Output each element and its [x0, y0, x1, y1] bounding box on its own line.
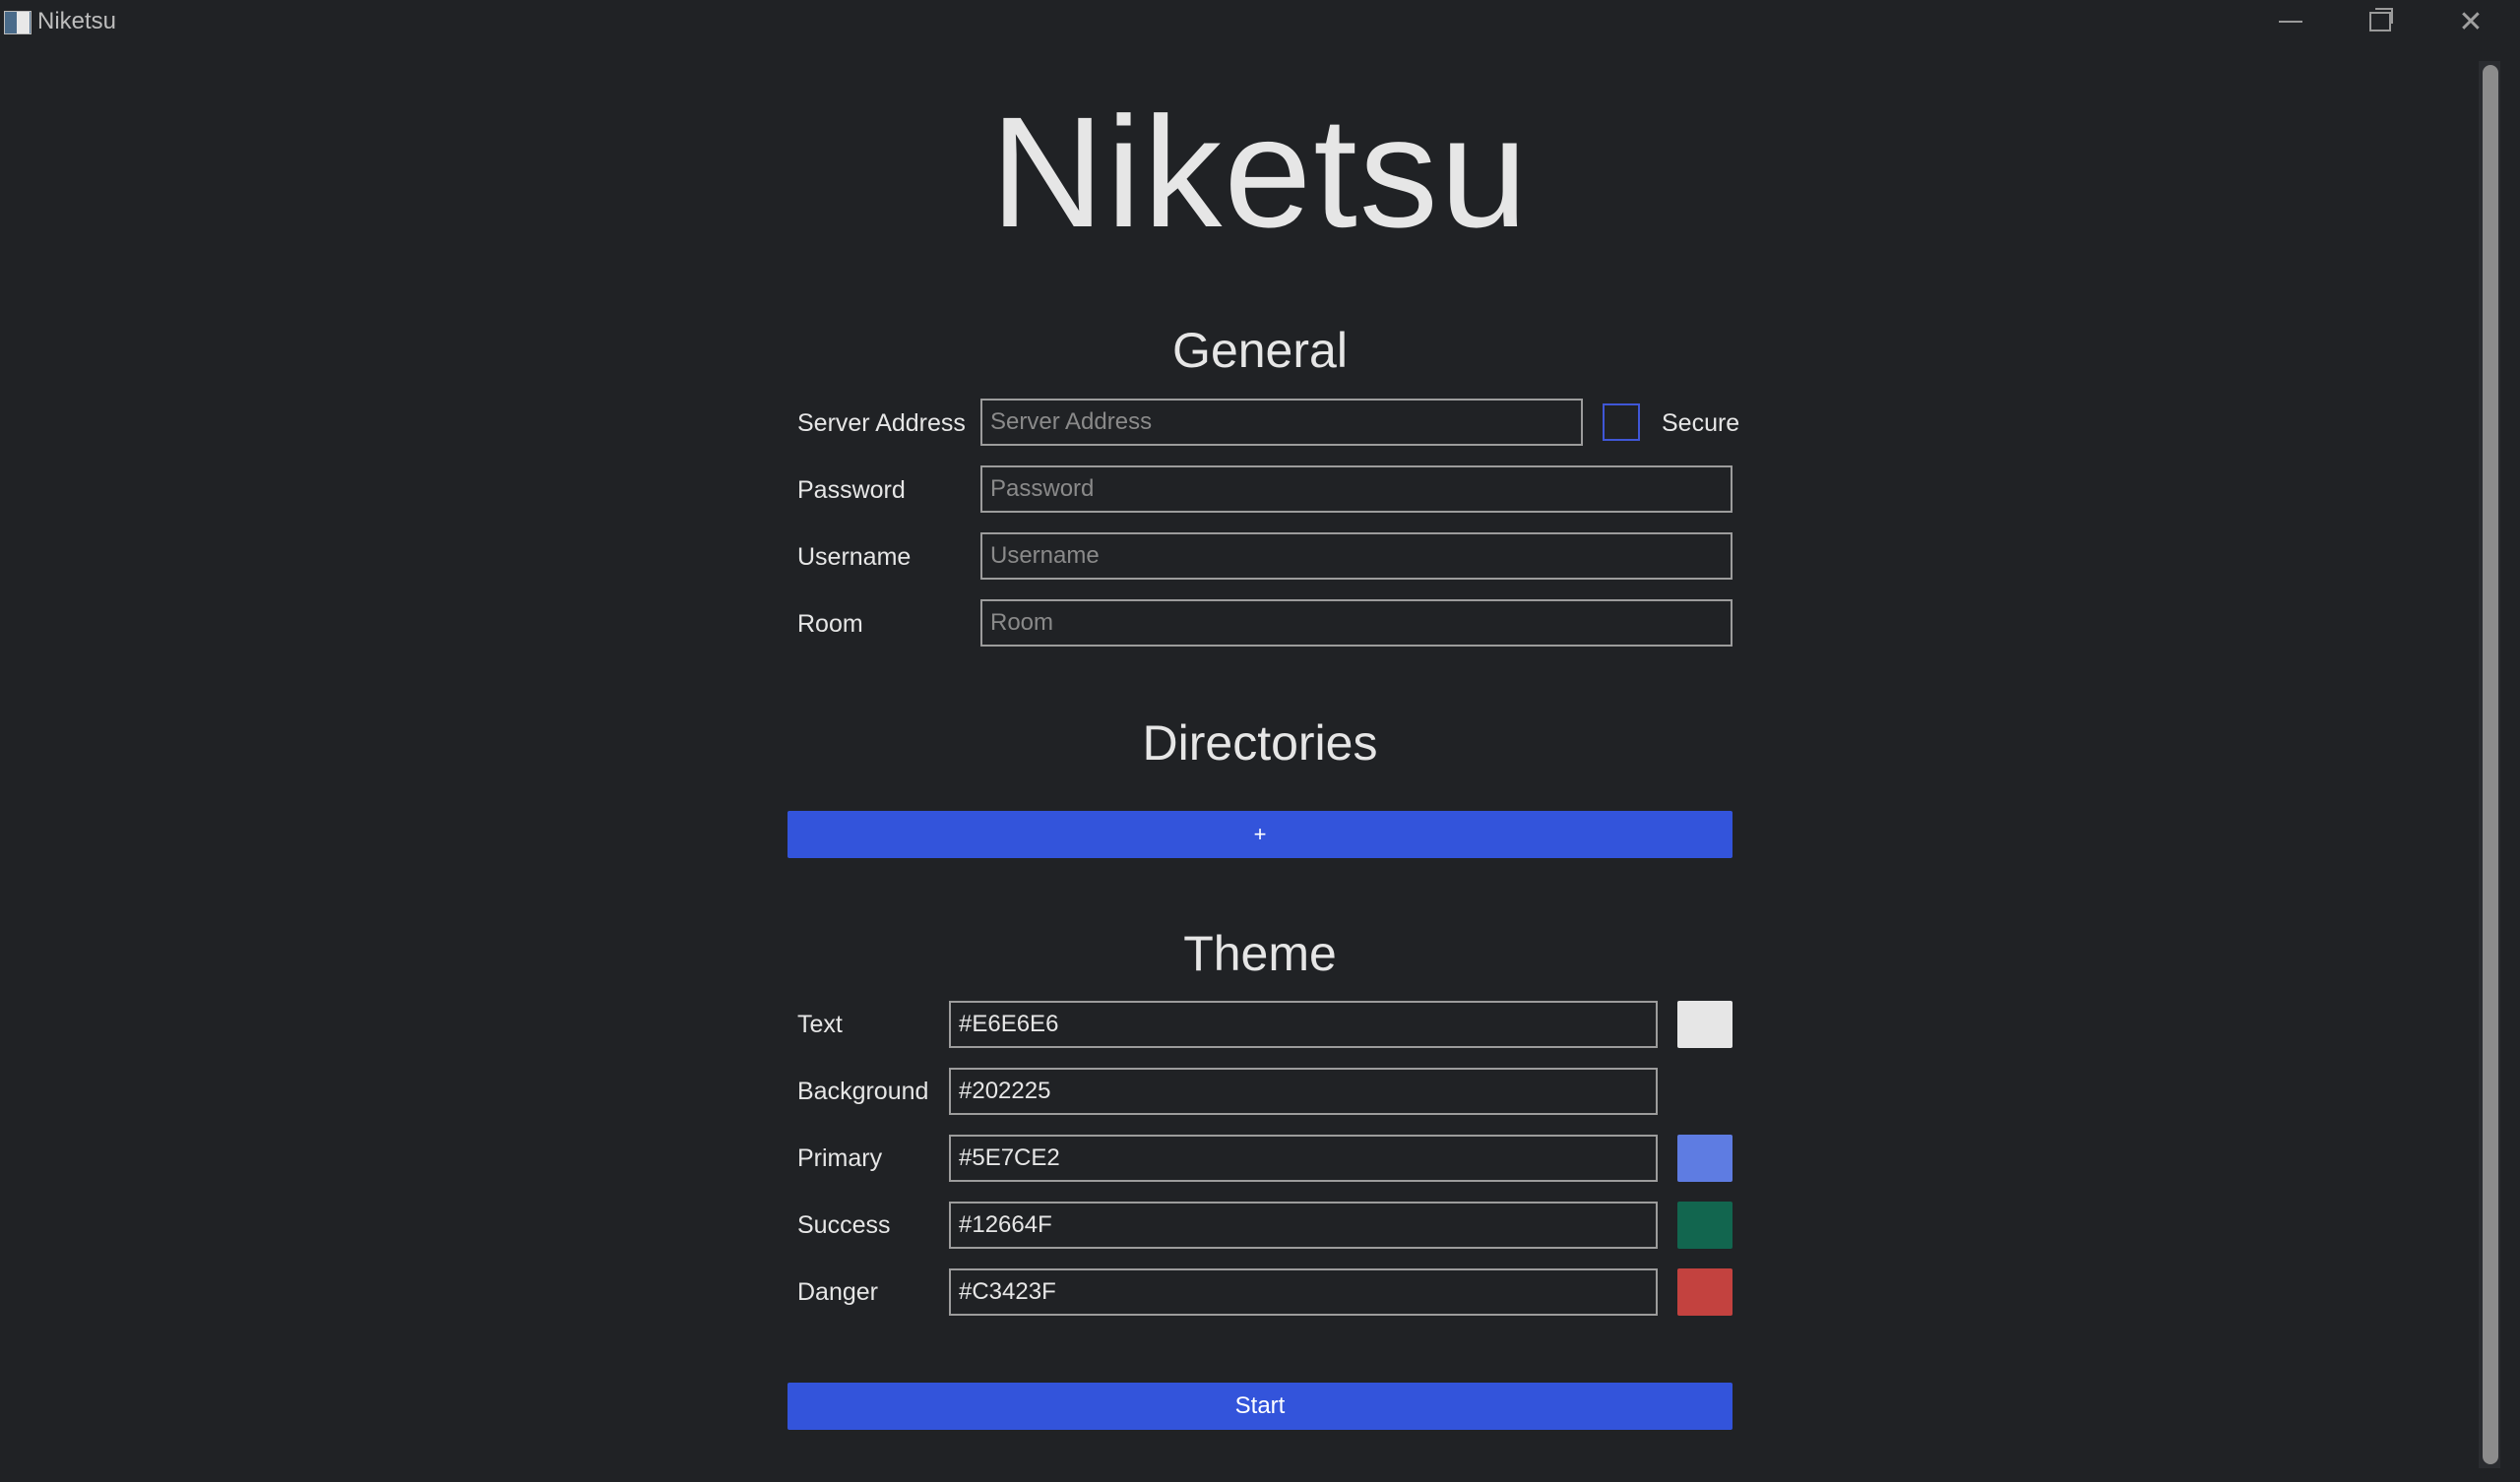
username-input[interactable] [980, 532, 1732, 580]
theme-text-input[interactable] [949, 1001, 1658, 1048]
theme-background-swatch[interactable] [1677, 1068, 1732, 1115]
theme-primary-input[interactable] [949, 1135, 1658, 1182]
password-input[interactable] [980, 465, 1732, 513]
minimize-icon [2279, 21, 2302, 23]
theme-background-input[interactable] [949, 1068, 1658, 1115]
start-button[interactable]: Start [788, 1383, 1732, 1430]
theme-danger-label: Danger [797, 1278, 878, 1306]
secure-checkbox[interactable] [1603, 403, 1640, 441]
theme-success-swatch[interactable] [1677, 1202, 1732, 1249]
close-icon: ✕ [2458, 5, 2484, 38]
username-label: Username [797, 543, 912, 571]
app-icon [4, 11, 32, 34]
theme-text-swatch[interactable] [1677, 1001, 1732, 1048]
password-label: Password [797, 476, 906, 504]
theme-primary-label: Primary [797, 1144, 883, 1172]
server-address-label: Server Address [797, 409, 966, 437]
theme-background-label: Background [797, 1078, 929, 1105]
room-input[interactable] [980, 599, 1732, 647]
minimize-button[interactable] [2251, 0, 2330, 43]
theme-danger-swatch[interactable] [1677, 1268, 1732, 1316]
app-title: Niketsu [990, 84, 1530, 260]
general-heading: General [1172, 323, 1348, 378]
maximize-button[interactable] [2341, 0, 2420, 43]
title-bar: Niketsu ✕ [0, 0, 2520, 43]
theme-success-label: Success [797, 1211, 891, 1239]
close-button[interactable]: ✕ [2431, 0, 2510, 43]
theme-success-input[interactable] [949, 1202, 1658, 1249]
window-title: Niketsu [37, 8, 117, 34]
theme-heading: Theme [1183, 926, 1337, 981]
theme-primary-swatch[interactable] [1677, 1135, 1732, 1182]
server-address-input[interactable] [980, 399, 1583, 446]
theme-danger-input[interactable] [949, 1268, 1658, 1316]
secure-label: Secure [1662, 409, 1740, 437]
restore-icon [2369, 8, 2393, 31]
directories-heading: Directories [1142, 715, 1378, 771]
scrollbar-thumb[interactable] [2483, 65, 2498, 1464]
theme-text-label: Text [797, 1011, 843, 1038]
room-label: Room [797, 610, 863, 638]
add-directory-button[interactable]: + [788, 811, 1732, 858]
